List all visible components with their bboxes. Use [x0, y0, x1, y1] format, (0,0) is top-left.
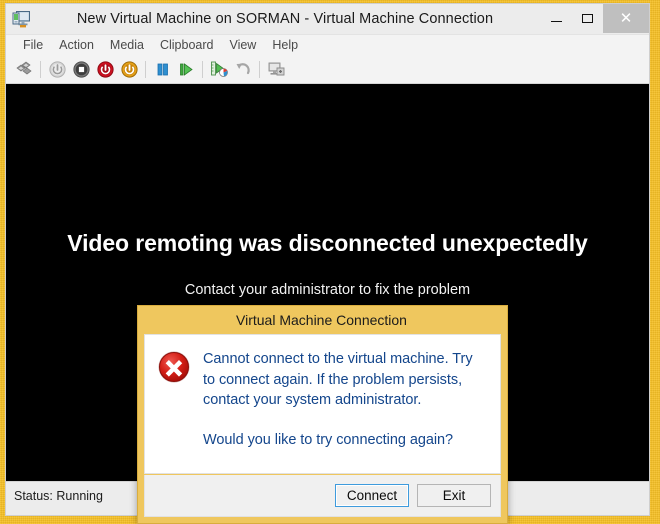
turn-off-icon[interactable] — [69, 57, 93, 81]
exit-button[interactable]: Exit — [417, 484, 491, 507]
close-icon: ✕ — [619, 10, 633, 27]
checkpoint-icon[interactable] — [207, 57, 231, 81]
toolbar-separator — [145, 60, 146, 78]
start-icon[interactable] — [45, 57, 69, 81]
menubar: File Action Media Clipboard View Help — [6, 34, 649, 55]
menu-item-help[interactable]: Help — [264, 37, 306, 54]
window-titlebar[interactable]: New Virtual Machine on SORMAN - Virtual … — [6, 4, 649, 34]
menu-item-media[interactable]: Media — [102, 37, 152, 54]
caption-button-group: ✕ — [541, 4, 649, 33]
dialog-title: Virtual Machine Connection — [236, 312, 407, 328]
toolbar — [6, 55, 649, 84]
error-icon — [157, 350, 193, 473]
ctrl-alt-delete-icon[interactable] — [12, 57, 36, 81]
virtual-machine-connection-dialog: Virtual Machine Connection Cannot connec… — [137, 305, 508, 524]
shut-down-icon[interactable] — [93, 57, 117, 81]
close-button[interactable]: ✕ — [603, 4, 649, 33]
pause-icon[interactable] — [150, 57, 174, 81]
reset-icon[interactable] — [174, 57, 198, 81]
menu-item-view[interactable]: View — [221, 37, 264, 54]
menu-item-action[interactable]: Action — [51, 37, 102, 54]
menu-item-file[interactable]: File — [15, 37, 51, 54]
vm-disconnect-subtext: Contact your administrator to fix the pr… — [184, 282, 471, 298]
maximize-button[interactable] — [572, 4, 603, 33]
dialog-body: Cannot connect to the virtual machine. T… — [144, 334, 501, 474]
save-icon[interactable] — [117, 57, 141, 81]
dialog-message-primary: Cannot connect to the virtual machine. T… — [203, 351, 473, 408]
dialog-message-secondary: Would you like to try connecting again? — [203, 431, 454, 448]
dialog-button-bar: Connect Exit — [144, 475, 501, 517]
toolbar-separator — [40, 60, 41, 78]
minimize-button[interactable] — [541, 4, 572, 33]
vm-disconnect-headline: Video remoting was disconnected unexpect… — [67, 230, 588, 256]
revert-icon[interactable] — [231, 57, 255, 81]
connect-button[interactable]: Connect — [335, 484, 409, 507]
status-text: Status: Running — [14, 489, 103, 503]
dialog-message-group: Cannot connect to the virtual machine. T… — [203, 349, 488, 473]
toolbar-separator — [259, 60, 260, 78]
toolbar-separator — [202, 60, 203, 78]
enhanced-session-icon[interactable] — [264, 57, 288, 81]
menu-item-clipboard[interactable]: Clipboard — [152, 37, 222, 54]
